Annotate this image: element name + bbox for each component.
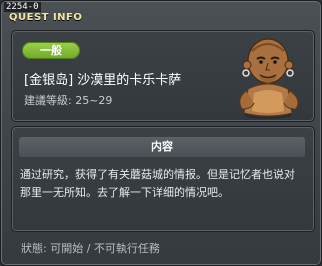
quest-category-badge: 一般 <box>22 42 80 59</box>
quest-description-panel: 内容 通过研究，获得了有关蘑菇城的情报。但是记忆者也说对那里一无所知。去了解一下… <box>11 126 315 232</box>
quest-summary-panel: 一般 [金银岛] 沙漠里的卡乐卡萨 建議等級: 25~29 <box>11 30 315 122</box>
window-title: QUEST INFO <box>9 12 83 23</box>
recommended-level: 建議等級: 25~29 <box>24 94 113 107</box>
description-text: 通过研究，获得了有关蘑菇城的情报。但是记忆者也说对那里一无所知。去了解一下详细的… <box>20 168 295 199</box>
description-header: 内容 <box>19 137 305 157</box>
npc-portrait-icon <box>232 33 306 119</box>
quest-name: [金银岛] 沙漠里的卡乐卡萨 <box>24 73 182 88</box>
quest-info-window: 2254-0 QUEST INFO 一般 [金银岛] 沙漠里的卡乐卡萨 建議等級… <box>0 0 322 266</box>
quest-id-label: 2254-0 <box>4 2 41 12</box>
quest-status-text: 狀態: 可開始 / 不可執行任務 <box>21 242 160 255</box>
